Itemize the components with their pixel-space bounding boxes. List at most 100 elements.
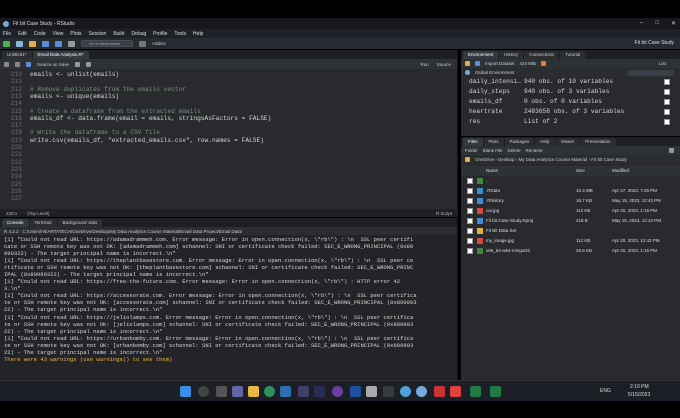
file-explorer-icon[interactable] <box>248 386 259 397</box>
file-checkbox[interactable] <box>467 238 473 244</box>
file-checkbox[interactable] <box>467 198 473 204</box>
file-checkbox[interactable] <box>467 178 473 184</box>
file-name[interactable]: Fit bit Case Study.Rproj <box>486 218 533 223</box>
excel-icon-2[interactable] <box>490 386 501 397</box>
file-checkbox[interactable] <box>467 218 473 224</box>
menu-view[interactable]: View <box>53 31 64 37</box>
env-var-value[interactable]: 940 obs. of 3 variables <box>524 88 609 95</box>
import-dataset-button[interactable]: Import Dataset <box>485 61 515 66</box>
file-name[interactable]: .. <box>486 178 489 183</box>
close-icon[interactable]: ✕ <box>671 20 676 27</box>
tab-files[interactable]: Files <box>463 138 483 146</box>
chrome-icon[interactable] <box>400 386 411 397</box>
app-red-icon[interactable] <box>450 386 461 397</box>
code-line[interactable]: emails <- unique(emails) <box>30 93 119 101</box>
file-row[interactable]: my_image.jpg 112 KB Apr 20, 2023, 12:43 PM <box>461 236 680 246</box>
env-var-value[interactable]: 940 obs. of 10 variables <box>524 78 613 85</box>
breadcrumb-path[interactable]: OneDrive › Desktop › My Data Analytics C… <box>475 157 627 162</box>
file-row[interactable]: car.jpg 112 KB Apr 20, 2023, 1:19 PM <box>461 206 680 216</box>
clock-date[interactable]: 5/15/2023 <box>628 392 650 398</box>
code-line[interactable]: write.csv(emails_df, "extracted_emails.c… <box>30 137 264 145</box>
search-icon[interactable] <box>75 61 81 67</box>
menu-edit[interactable]: Edit <box>18 31 27 37</box>
code-line[interactable]: emails_df <- data.frame(email = emails, … <box>30 115 271 123</box>
file-row[interactable]: .RData 10.4 MB Apr 27, 2023, 7:26 PM <box>461 186 680 196</box>
console-output[interactable]: [1] "Could not read URL: https://adamadr… <box>4 236 454 363</box>
back-arrow-icon[interactable] <box>4 61 9 67</box>
env-row-checkbox[interactable] <box>664 79 670 85</box>
source-button[interactable]: Source <box>437 62 451 67</box>
maximize-icon[interactable]: □ <box>655 20 659 27</box>
save-editor-icon[interactable] <box>26 61 31 67</box>
file-row[interactable]: Fit bit Case Study.Rproj 218 B May 15, 202… <box>461 216 680 226</box>
col-size[interactable]: Size <box>576 168 585 173</box>
scope-select[interactable]: Global Environment <box>475 70 515 75</box>
after-effects-icon[interactable] <box>314 386 325 397</box>
store-icon[interactable] <box>280 386 291 397</box>
memory-usage[interactable]: 424 MiB <box>520 61 537 66</box>
rstudio-taskbar-icon[interactable] <box>416 386 427 397</box>
blank-file-button[interactable]: Blank File <box>483 148 503 153</box>
goto-file-input[interactable]: Go to file/function <box>81 40 133 47</box>
clock-time[interactable]: 2:10 PM <box>630 384 649 390</box>
wand-icon[interactable] <box>86 61 92 67</box>
col-modified[interactable]: Modified <box>612 168 629 173</box>
scope-indicator[interactable]: (Top Level) <box>27 211 49 216</box>
run-button[interactable]: Run <box>420 62 428 67</box>
new-folder-button[interactable]: Folder <box>465 148 478 153</box>
menu-tools[interactable]: Tools <box>174 31 186 37</box>
new-file-icon[interactable] <box>3 40 10 47</box>
notes-icon[interactable] <box>366 386 377 397</box>
save-all-icon[interactable] <box>55 40 62 47</box>
tab-tutorial[interactable]: Tutorial <box>560 51 586 59</box>
tab-untitled1[interactable]: Untitled1* <box>2 51 32 59</box>
opera-icon[interactable] <box>434 386 445 397</box>
env-row-checkbox[interactable] <box>664 89 670 95</box>
refresh-icon[interactable] <box>669 148 674 153</box>
home-icon[interactable] <box>465 157 470 162</box>
load-workspace-icon[interactable] <box>465 61 470 66</box>
menu-code[interactable]: Code <box>34 31 46 37</box>
edge-icon[interactable] <box>264 386 275 397</box>
tab-help[interactable]: Help <box>535 138 555 146</box>
file-checkbox[interactable] <box>467 228 473 234</box>
menu-build[interactable]: Build <box>113 31 124 37</box>
grid-icon[interactable] <box>139 40 146 47</box>
tab-environment[interactable]: Environment <box>463 51 499 59</box>
file-name[interactable]: x86_64-w64-mingw32 <box>486 248 530 253</box>
tab-terminal[interactable]: Terminal <box>29 219 57 227</box>
menu-plots[interactable]: Plots <box>70 31 81 37</box>
language-indicator[interactable]: ENG <box>600 388 611 394</box>
save-icon[interactable] <box>42 40 49 47</box>
excel-icon[interactable] <box>470 386 481 397</box>
source-on-save-checkbox[interactable]: Source on Save <box>37 62 69 67</box>
menu-debug[interactable]: Debug <box>131 31 146 37</box>
file-name[interactable]: Fit Bit Data Set <box>486 228 516 233</box>
col-name[interactable]: Name <box>486 168 498 173</box>
task-view-icon[interactable] <box>216 386 227 397</box>
file-checkbox[interactable] <box>467 188 473 194</box>
env-var-name[interactable]: res <box>469 118 480 125</box>
forward-arrow-icon[interactable] <box>15 61 20 67</box>
menu-help[interactable]: Help <box>193 31 203 37</box>
env-var-value[interactable]: List of 2 <box>524 118 557 125</box>
app-icon[interactable] <box>332 386 343 397</box>
file-checkbox[interactable] <box>467 208 473 214</box>
tab-packages[interactable]: Packages <box>504 138 535 146</box>
tab-connections[interactable]: Connections <box>524 51 560 59</box>
file-row[interactable]: x86_64-w64-mingw32 26.5 KB Apr 20, 2023, 1… <box>461 246 680 256</box>
word-icon[interactable] <box>350 386 361 397</box>
env-var-value[interactable]: 2483658 obs. of 3 variables <box>524 108 624 115</box>
env-search-input[interactable] <box>628 69 674 76</box>
settings-icon[interactable] <box>383 386 394 397</box>
addins-menu[interactable]: Addins <box>152 41 166 46</box>
file-name[interactable]: .Rhistory <box>486 198 504 203</box>
env-var-value[interactable]: 0 obs. of 0 variables <box>524 98 602 105</box>
broom-icon[interactable] <box>541 61 547 66</box>
menu-file[interactable]: File <box>3 31 11 37</box>
tab-viewer[interactable]: Viewer <box>555 138 580 146</box>
tab-presentation[interactable]: Presentation <box>580 138 616 146</box>
env-row-checkbox[interactable] <box>664 99 670 105</box>
env-var-name[interactable]: daily_steps <box>469 88 510 95</box>
code-line[interactable]: emails <- unlist(emails) <box>30 71 119 79</box>
